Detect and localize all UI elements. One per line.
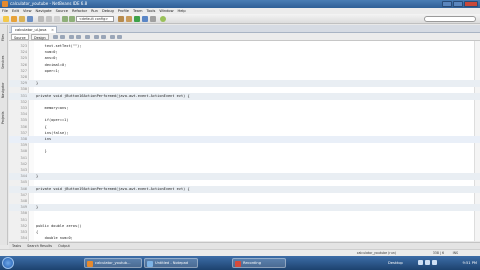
editor-file-tab-label: calculator_ui.java [15, 28, 47, 32]
taskbar-item-recording[interactable]: Recording [232, 258, 286, 268]
desktop-toolbar[interactable]: Desktop [388, 256, 403, 270]
back-icon[interactable] [53, 35, 58, 39]
undo-icon[interactable] [62, 16, 68, 22]
code-editor[interactable]: 323 text.setText(""); 324 num=0; 325 ans=0… [9, 41, 480, 241]
memory-gauge-icon[interactable] [160, 16, 166, 22]
comment-icon[interactable] [110, 35, 115, 39]
build-icon[interactable] [118, 16, 124, 22]
redo-icon[interactable] [69, 16, 75, 22]
window-controls [442, 1, 478, 7]
window-title: calculator_youtube - NetBeans IDE 6.8 [10, 1, 88, 6]
projects-tab[interactable]: Projects [1, 107, 7, 129]
netbeans-window: calculator_youtube - NetBeans IDE 6.8 Fi… [0, 0, 480, 270]
netbeans-icon [87, 261, 93, 267]
status-bar: calculator_youtube (run) 338 | 6 INS [0, 249, 480, 256]
netbeans-app-icon [2, 1, 8, 7]
start-button[interactable] [2, 257, 14, 269]
configuration-select[interactable]: <default config> [76, 16, 114, 22]
taskbar-item-netbeans[interactable]: calculator_youtub... [84, 258, 142, 268]
main-toolbar: <default config> [0, 14, 480, 24]
run-icon[interactable] [134, 16, 140, 22]
files-tab[interactable]: Files [1, 29, 7, 47]
left-side-panel-strip: Files Services Navigator Projects [0, 25, 8, 245]
new-project-icon[interactable] [11, 16, 17, 22]
taskbar-item-label: Recording [243, 261, 261, 265]
forward-icon[interactable] [60, 35, 65, 39]
close-button[interactable] [464, 1, 478, 7]
cut-icon[interactable] [38, 16, 44, 22]
copy-icon[interactable] [46, 16, 52, 22]
services-tab[interactable]: Services [1, 51, 7, 73]
taskbar-item-label: calculator_youtub... [95, 261, 131, 265]
shift-right-icon[interactable] [101, 35, 106, 39]
source-view-button[interactable]: Source [11, 34, 29, 40]
profile-icon[interactable] [150, 16, 156, 22]
save-all-icon[interactable] [27, 16, 33, 22]
editor-tab-row: calculator_ui.java × [9, 25, 480, 33]
shift-left-icon[interactable] [94, 35, 99, 39]
notepad-icon [147, 261, 153, 267]
uncomment-icon[interactable] [117, 35, 122, 39]
system-tray: Desktop 9:51 PM [388, 256, 480, 270]
minimize-button[interactable] [442, 1, 452, 7]
debug-icon[interactable] [142, 16, 148, 22]
clean-build-icon[interactable] [126, 16, 132, 22]
quick-search-input[interactable] [424, 16, 476, 22]
taskbar-item-label: Untitled - Notepad [155, 261, 189, 265]
find-next-icon[interactable] [76, 35, 81, 39]
open-project-icon[interactable] [19, 16, 25, 22]
power-icon[interactable] [432, 260, 437, 265]
volume-icon[interactable] [425, 260, 430, 265]
output-panel-tabs: Tasks Search Results Output [9, 242, 480, 249]
network-icon[interactable] [418, 260, 423, 265]
recording-icon [235, 261, 241, 267]
find-previous-icon[interactable] [69, 35, 74, 39]
windows-taskbar: calculator_youtub... Untitled - Notepad … [0, 256, 480, 270]
new-file-icon[interactable] [3, 16, 9, 22]
toggle-highlight-icon[interactable] [85, 35, 90, 39]
taskbar-item-notepad[interactable]: Untitled - Notepad [144, 258, 198, 268]
paste-icon[interactable] [54, 16, 60, 22]
navigator-tab[interactable]: Navigator [1, 77, 7, 103]
editor-file-tab[interactable]: calculator_ui.java × [11, 26, 57, 33]
design-view-button[interactable]: Design [31, 34, 49, 40]
clock[interactable]: 9:51 PM [463, 256, 477, 270]
title-bar: calculator_youtube - NetBeans IDE 6.8 [0, 0, 480, 8]
maximize-button[interactable] [453, 1, 463, 7]
editor-toolbar: Source Design [9, 33, 480, 41]
